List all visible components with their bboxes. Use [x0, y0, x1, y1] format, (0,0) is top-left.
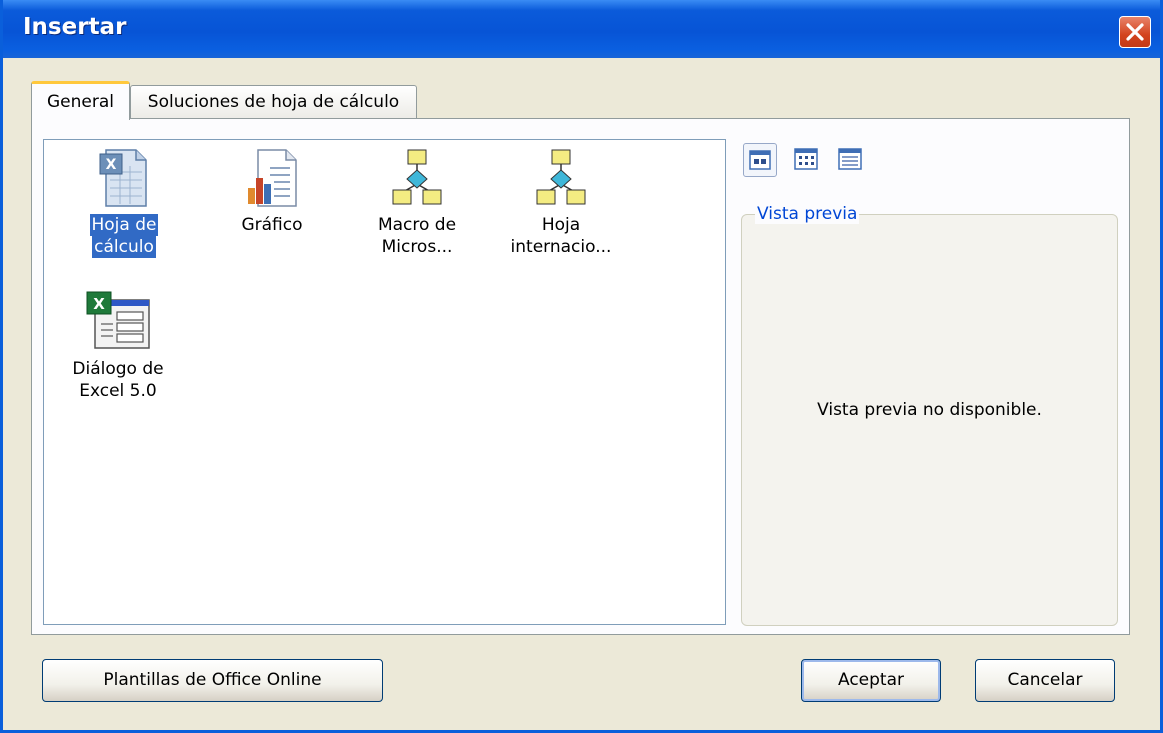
- close-button[interactable]: [1119, 16, 1151, 48]
- item-label: Diálogo de: [72, 359, 164, 379]
- tab-label: Soluciones de hoja de cálculo: [147, 92, 400, 112]
- chart-document-icon: [248, 149, 297, 207]
- macro-flowchart-icon: [536, 149, 586, 205]
- tab-label: General: [47, 92, 114, 112]
- list-view-icon: [794, 148, 818, 170]
- excel-dialog-icon: X: [86, 291, 150, 349]
- item-label: internacio...: [510, 237, 612, 257]
- large-icons-view-button[interactable]: [743, 143, 777, 177]
- ok-button[interactable]: Aceptar: [801, 659, 941, 702]
- tab-soluciones[interactable]: Soluciones de hoja de cálculo: [130, 85, 417, 119]
- list-item-dialogo-excel[interactable]: X Diálogo de Excel 5.0: [58, 290, 178, 402]
- large-icons-view-icon: [749, 150, 771, 170]
- item-label: cálculo: [92, 236, 156, 258]
- title-bar[interactable]: Insertar: [3, 0, 1160, 58]
- window-title: Insertar: [23, 14, 127, 40]
- template-list[interactable]: X Hoja de cálculo Gráfico Macro de Micro…: [43, 139, 726, 625]
- spreadsheet-icon: X: [99, 149, 147, 207]
- svg-text:X: X: [106, 157, 117, 173]
- list-view-button[interactable]: [790, 143, 824, 177]
- item-label: Micros...: [381, 237, 453, 257]
- list-item-grafico[interactable]: Gráfico: [212, 148, 332, 236]
- item-label: Hoja de: [89, 214, 159, 236]
- list-item-macro[interactable]: Macro de Micros...: [357, 148, 477, 258]
- item-label: Macro de: [377, 215, 457, 235]
- details-view-button[interactable]: [834, 143, 868, 177]
- cancel-button[interactable]: Cancelar: [975, 659, 1115, 702]
- details-view-icon: [838, 148, 862, 170]
- item-label: Hoja: [541, 215, 581, 235]
- svg-text:X: X: [93, 295, 105, 313]
- preview-legend: Vista previa: [755, 204, 860, 224]
- close-icon: [1126, 23, 1144, 41]
- item-label: Gráfico: [241, 215, 303, 235]
- macro-flowchart-icon: [392, 149, 442, 205]
- list-item-hoja-internacional[interactable]: Hoja internacio...: [501, 148, 621, 258]
- item-label: Excel 5.0: [79, 381, 157, 401]
- preview-group: [741, 214, 1118, 626]
- tab-general[interactable]: General: [31, 81, 130, 120]
- preview-message: Vista previa no disponible.: [817, 400, 1042, 420]
- list-item-hoja-de-calculo[interactable]: X Hoja de cálculo: [64, 148, 184, 258]
- office-online-templates-button[interactable]: Plantillas de Office Online: [42, 659, 383, 702]
